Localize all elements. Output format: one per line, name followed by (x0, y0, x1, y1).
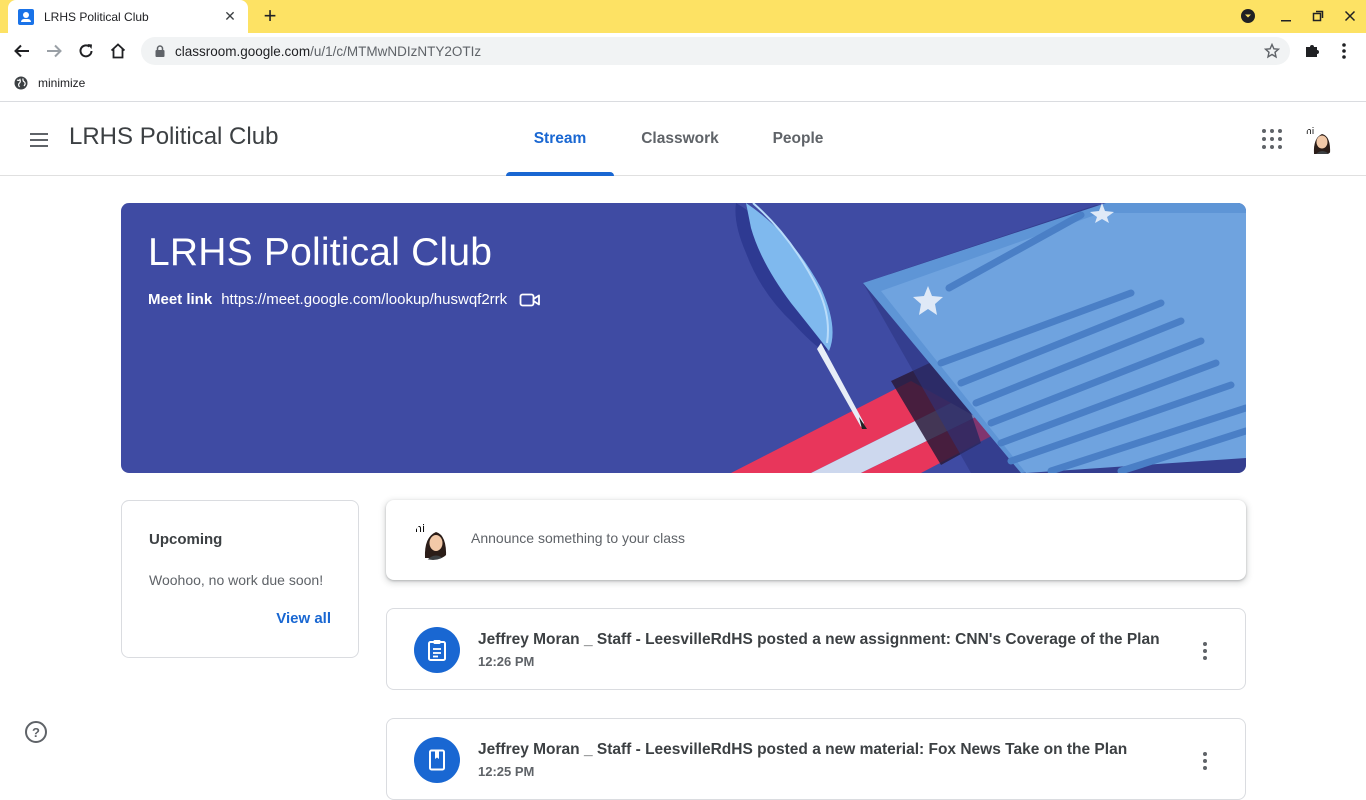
upcoming-title: Upcoming (149, 531, 223, 548)
class-name-title[interactable]: LRHS Political Club (69, 123, 278, 151)
reload-icon[interactable] (72, 37, 100, 65)
banner-class-title: LRHS Political Club (148, 231, 493, 274)
close-window-icon[interactable] (1335, 4, 1365, 28)
meet-link-url[interactable]: https://meet.google.com/lookup/huswqf2rr… (221, 291, 507, 308)
browser-tab-strip: LRHS Political Club ✕ + (0, 0, 1366, 33)
bookmark-minimize[interactable]: minimize (14, 76, 85, 90)
address-bar[interactable]: classroom.google.com/u/1/c/MTMwNDIzNTY2O… (141, 37, 1290, 65)
meet-link-row: Meet link https://meet.google.com/lookup… (148, 291, 541, 308)
classroom-header: LRHS Political Club Stream Classwork Peo… (0, 103, 1366, 176)
user-avatar: hi (413, 520, 453, 560)
upcoming-card: Upcoming Woohoo, no work due soon! View … (121, 500, 359, 658)
tab-stream[interactable]: Stream (506, 103, 614, 176)
restore-window-icon[interactable] (1303, 4, 1333, 28)
tab-people[interactable]: People (762, 103, 834, 175)
lock-icon (155, 45, 165, 57)
main-menu-icon[interactable] (24, 125, 54, 155)
browser-toolbar: classroom.google.com/u/1/c/MTMwNDIzNTY2O… (0, 33, 1366, 69)
forward-icon[interactable] (40, 37, 68, 65)
upcoming-message: Woohoo, no work due soon! (149, 572, 324, 588)
new-tab-button[interactable]: + (258, 4, 282, 28)
announce-box[interactable]: hi Announce something to your class (386, 500, 1246, 580)
more-options-icon[interactable] (1195, 749, 1215, 773)
browser-menu-icon[interactable] (1330, 37, 1358, 65)
class-banner: LRHS Political Club Meet link https://me… (121, 203, 1246, 473)
bookmarks-bar: minimize (0, 69, 1366, 102)
svg-text:hi: hi (415, 522, 425, 535)
bookmark-star-icon[interactable] (1264, 43, 1280, 59)
material-icon (414, 737, 460, 783)
google-apps-icon[interactable] (1260, 127, 1284, 151)
profile-dropdown-icon[interactable] (1233, 4, 1263, 28)
minimize-window-icon[interactable] (1271, 4, 1301, 28)
post-time: 12:26 PM (478, 654, 535, 669)
assignment-icon (414, 627, 460, 673)
url-text: classroom.google.com/u/1/c/MTMwNDIzNTY2O… (175, 43, 482, 59)
help-icon[interactable]: ? (25, 721, 47, 743)
announce-placeholder: Announce something to your class (471, 530, 686, 546)
post-time: 12:25 PM (478, 764, 535, 779)
post-title: Jeffrey Moran _ Staff - LeesvilleRdHS po… (478, 631, 1160, 648)
home-icon[interactable] (104, 37, 132, 65)
bookmark-label: minimize (38, 76, 86, 90)
browser-tab-title: LRHS Political Club (44, 9, 149, 24)
stream-post[interactable]: Jeffrey Moran _ Staff - LeesvilleRdHS po… (386, 718, 1246, 800)
browser-tab[interactable]: LRHS Political Club ✕ (8, 0, 248, 33)
back-icon[interactable] (8, 37, 36, 65)
more-options-icon[interactable] (1195, 639, 1215, 663)
globe-icon (14, 76, 28, 90)
stream-post[interactable]: Jeffrey Moran _ Staff - LeesvilleRdHS po… (386, 608, 1246, 690)
meet-link-label: Meet link (148, 291, 213, 308)
tab-close-icon[interactable]: ✕ (222, 8, 238, 25)
svg-text:hi: hi (1306, 127, 1314, 137)
video-camera-icon[interactable] (519, 292, 541, 308)
classroom-favicon-icon (18, 8, 34, 25)
tab-classwork[interactable]: Classwork (632, 103, 728, 175)
extensions-puzzle-icon[interactable] (1298, 37, 1326, 65)
account-avatar[interactable]: hi (1304, 124, 1336, 156)
post-title: Jeffrey Moran _ Staff - LeesvilleRdHS po… (478, 741, 1128, 758)
view-all-link[interactable]: View all (276, 610, 331, 627)
